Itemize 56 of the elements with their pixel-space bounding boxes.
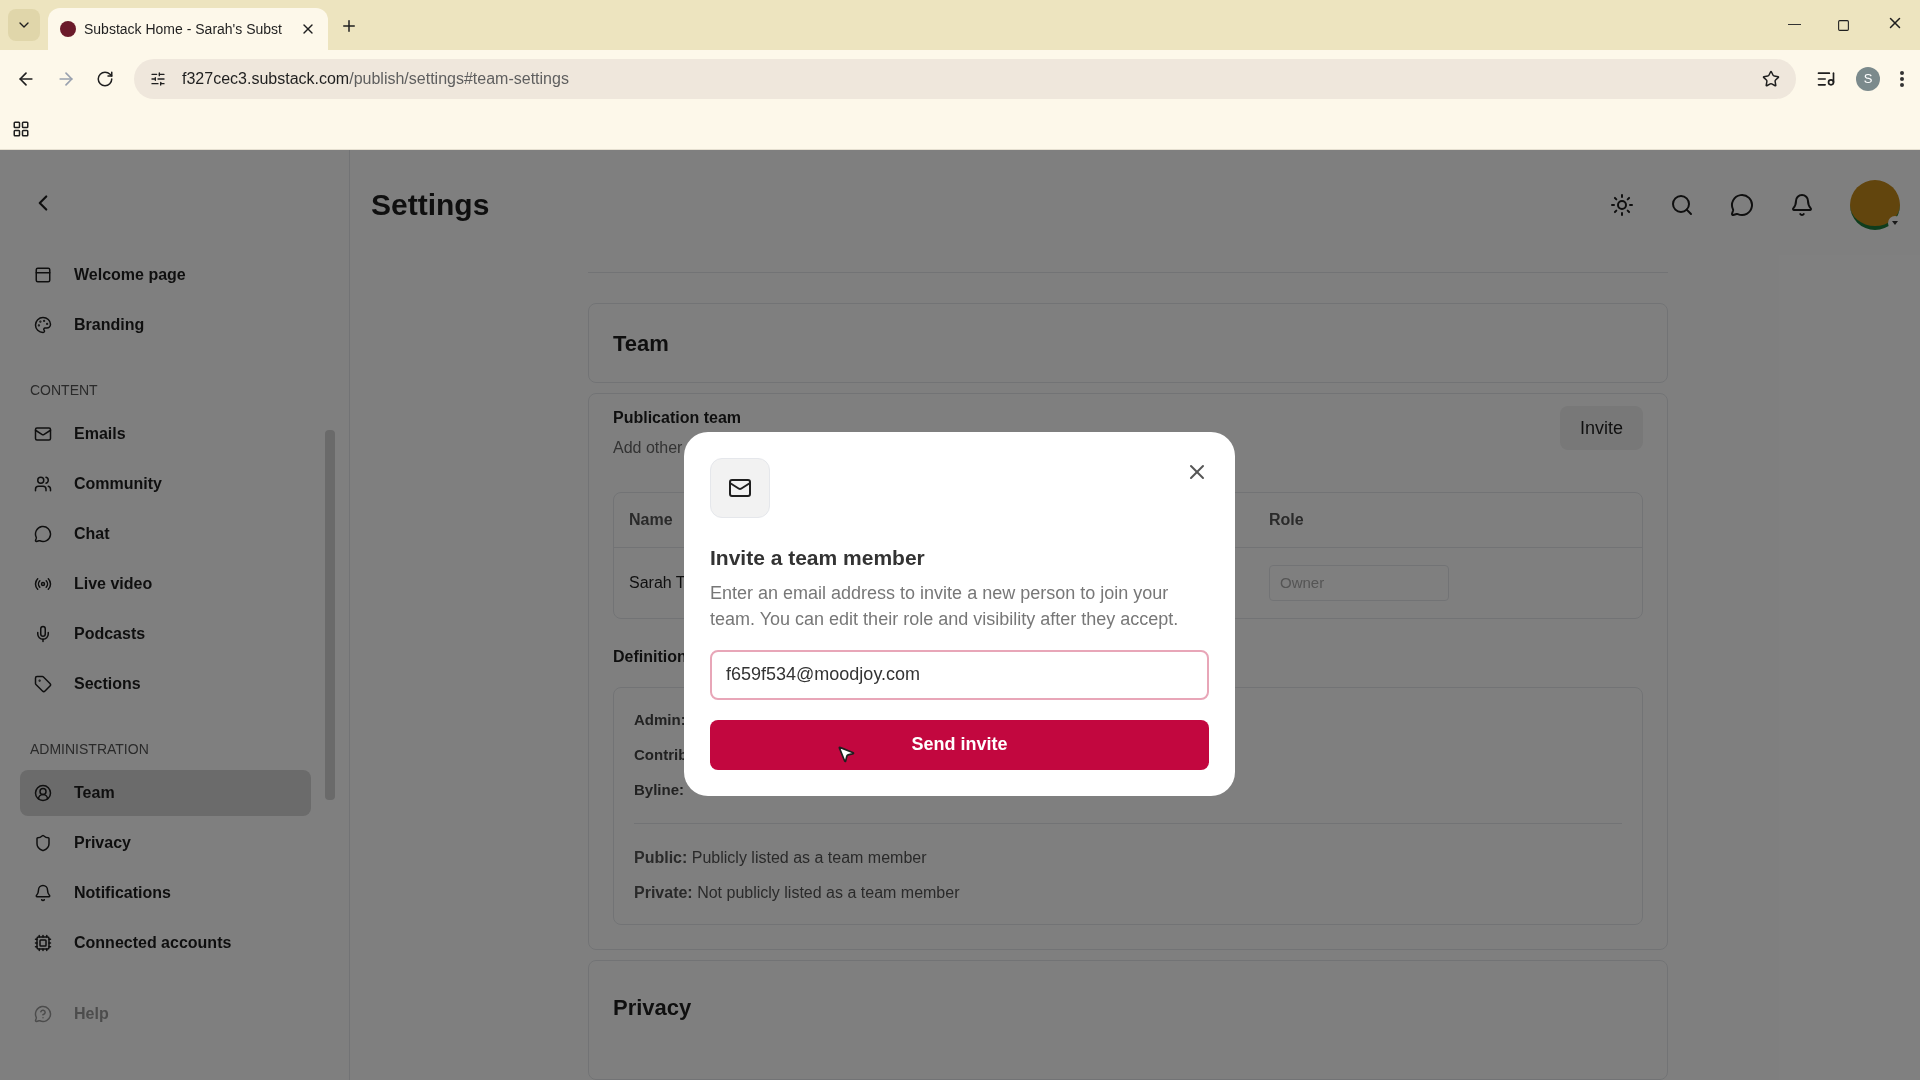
url-text: f327cec3.substack.com/publish/settings#team-settings (182, 69, 570, 89)
dialog-description: Enter an email address to invite a new person to join your team. You can edit their role and visibility after they accept. (710, 581, 1180, 631)
definitions-title: Definition (613, 647, 688, 667)
tab-list-button[interactable] (8, 9, 40, 41)
section-title: Privacy (613, 995, 692, 1020)
broadcast-icon (34, 575, 52, 593)
site-settings-icon (150, 71, 166, 87)
user-avatar[interactable] (1850, 179, 1900, 230)
theme-toggle-icon (1610, 192, 1634, 217)
column-header: Role (1269, 510, 1304, 530)
visibility-text: Public: Publicly listed as a team member (634, 848, 927, 868)
sidebar-item[interactable]: Team (20, 770, 311, 816)
new-tab-icon (340, 17, 358, 35)
table-cell-text: Sarah T (629, 573, 686, 593)
column-header: Name (629, 510, 674, 530)
user-circle-icon (34, 784, 52, 802)
sidebar-section-heading: CONTENT (30, 381, 99, 400)
email-input[interactable]: f659f534@moodjoy.com (710, 649, 1209, 700)
publication-team-label: Publication team (613, 408, 743, 428)
menu-icon[interactable] (1900, 71, 1904, 87)
search-icon (1670, 192, 1694, 217)
bell-icon (1790, 192, 1814, 217)
invite-button[interactable]: Invite (1559, 406, 1643, 450)
chat-bubble-icon (34, 525, 52, 543)
team-description: Add other (613, 438, 684, 458)
restore-icon (1837, 19, 1850, 32)
help-icon (34, 1005, 52, 1023)
site-favicon-icon (60, 21, 76, 37)
cursor-icon (836, 744, 856, 764)
dialog-title: Invite a team member (710, 545, 926, 571)
apps-icon (12, 119, 30, 138)
sidebar-section-heading: ADMINISTRATION (30, 740, 150, 759)
people-icon (34, 475, 52, 493)
section-title: Team (613, 329, 669, 358)
media-icon (1816, 69, 1836, 89)
mail-icon (728, 476, 752, 500)
reload-icon (96, 70, 114, 88)
chat-bubble-icon (1730, 192, 1754, 217)
tag-icon (34, 675, 52, 693)
browser-tab[interactable]: Substack Home - Sarah's Subst (48, 8, 328, 50)
microphone-icon (34, 625, 52, 643)
shield-icon (34, 834, 52, 852)
chip-icon (34, 934, 52, 952)
bell-icon (34, 884, 52, 902)
definition-text: Admin: (634, 710, 686, 730)
profile-avatar[interactable]: S (1856, 67, 1880, 91)
palette-icon (34, 316, 52, 334)
mail-icon (34, 425, 52, 443)
visibility-text: Private: Not publicly listed as a team member (634, 883, 960, 903)
page-icon (34, 266, 52, 284)
page-title: Settings (371, 187, 491, 223)
address-bar[interactable]: f327cec3.substack.com/publish/settings#team-settings (134, 59, 1796, 99)
definition-text: Byline: (634, 780, 684, 800)
bookmark-star-icon (1762, 70, 1780, 88)
send-invite-button[interactable]: Send invite (710, 719, 1209, 770)
tab-title: Substack Home - Sarah's Subst (84, 19, 283, 39)
